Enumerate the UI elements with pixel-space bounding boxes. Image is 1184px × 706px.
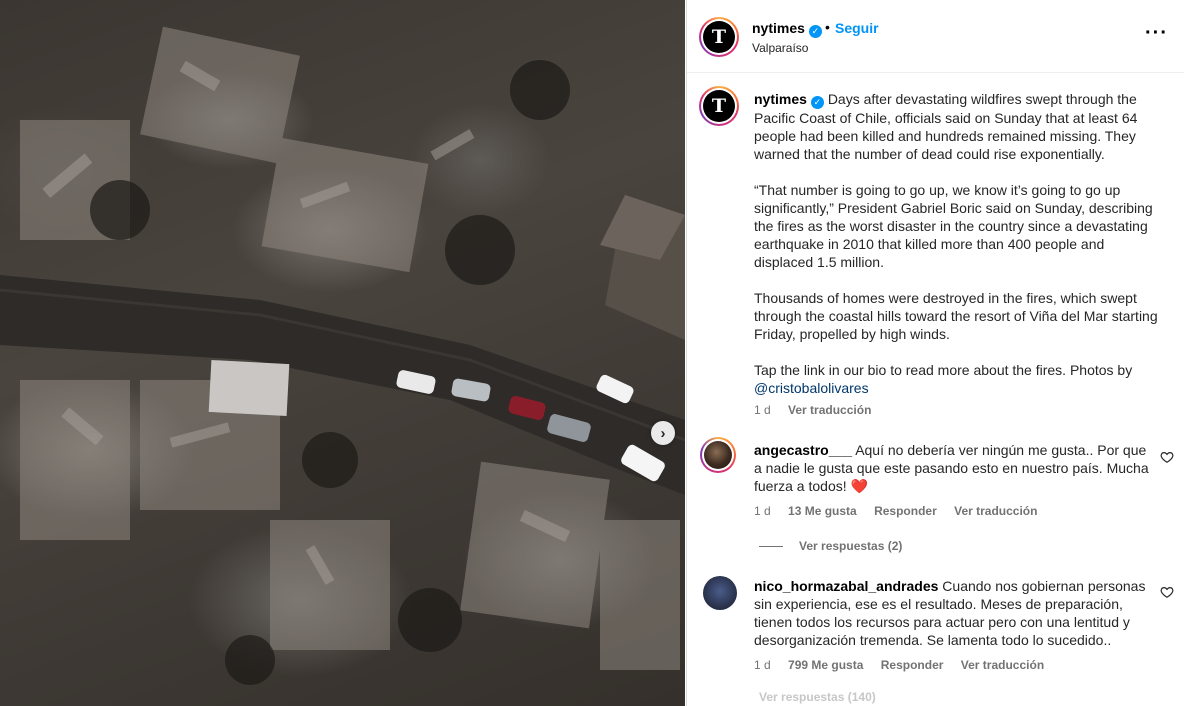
comment-timestamp[interactable]: 1 d (754, 658, 771, 672)
reply-button[interactable]: Responder (874, 504, 937, 518)
verified-badge-icon: ✓ (808, 25, 822, 38)
follow-button[interactable]: Seguir (835, 20, 879, 36)
post-details-panel: T nytimes ✓ • Seguir Valparaíso ··· T nyt… (686, 0, 1184, 706)
separator-dot: • (825, 19, 830, 35)
commenter-username[interactable]: nico_hormazabal_andrades (754, 578, 938, 594)
like-comment-heart-icon[interactable] (1160, 585, 1174, 599)
commenter-username[interactable]: angecastro___ (754, 442, 852, 458)
comment-likes[interactable]: 799 Me gusta (788, 658, 863, 672)
caption-meta: 1 d Ver traducción (754, 403, 885, 417)
comment-meta: 1 d 799 Me gusta Responder Ver traducció… (754, 658, 1058, 672)
commenter-avatar[interactable] (703, 576, 737, 610)
next-photo-button[interactable]: › (651, 421, 675, 445)
post-caption: nytimes ✓ Days after devastating wildfire… (754, 90, 1164, 415)
chevron-right-icon: › (660, 424, 666, 442)
aerial-fire-damage-image (0, 26, 685, 685)
caption-paragraph-2: “That number is going to go up, we know … (754, 181, 1153, 270)
verified-badge-icon: ✓ (810, 95, 824, 109)
caption-username[interactable]: nytimes (754, 91, 807, 107)
comment-timestamp[interactable]: 1 d (754, 504, 771, 518)
caption-paragraph-4: Tap the link in our bio to read more abo… (754, 361, 1133, 378)
caption-paragraph-3: Thousands of homes were destroyed in the… (754, 289, 1158, 342)
like-comment-heart-icon[interactable] (1160, 450, 1174, 464)
replies-line-icon (759, 546, 783, 548)
post-header: T nytimes ✓ • Seguir Valparaíso ··· (687, 0, 1184, 73)
comment-translate-button[interactable]: Ver traducción (954, 504, 1037, 518)
caption-timestamp[interactable]: 1 d (754, 403, 771, 417)
comment-meta: 1 d 13 Me gusta Responder Ver traducción (754, 504, 1051, 518)
comment-likes[interactable]: 13 Me gusta (788, 504, 857, 518)
author-username[interactable]: nytimes ✓ (752, 20, 822, 38)
comment-text: nico_hormazabal_andrades Cuando nos gobi… (754, 578, 1146, 648)
nyt-logo-icon: T (703, 21, 735, 53)
author-avatar[interactable]: T (699, 17, 739, 57)
comment-text: angecastro___ Aquí no debería ver ningún… (754, 442, 1149, 494)
nyt-logo-icon: T (703, 90, 735, 122)
caption-author-avatar[interactable]: T (699, 86, 739, 126)
comment-translate-button[interactable]: Ver traducción (961, 658, 1044, 672)
caption-translate-button[interactable]: Ver traducción (788, 403, 871, 417)
view-replies-button[interactable]: Ver respuestas (2) (759, 539, 902, 553)
reply-button[interactable]: Responder (881, 658, 944, 672)
view-replies-button[interactable]: Ver respuestas (140) (759, 690, 876, 704)
commenter-avatar[interactable] (700, 437, 736, 473)
photographer-mention-link[interactable]: @cristobalolivares (754, 380, 869, 396)
red-heart-emoji: ❤️ (850, 478, 868, 494)
post-photo: › (0, 0, 685, 706)
more-options-icon[interactable]: ··· (1145, 22, 1168, 45)
post-location[interactable]: Valparaíso (752, 41, 808, 55)
